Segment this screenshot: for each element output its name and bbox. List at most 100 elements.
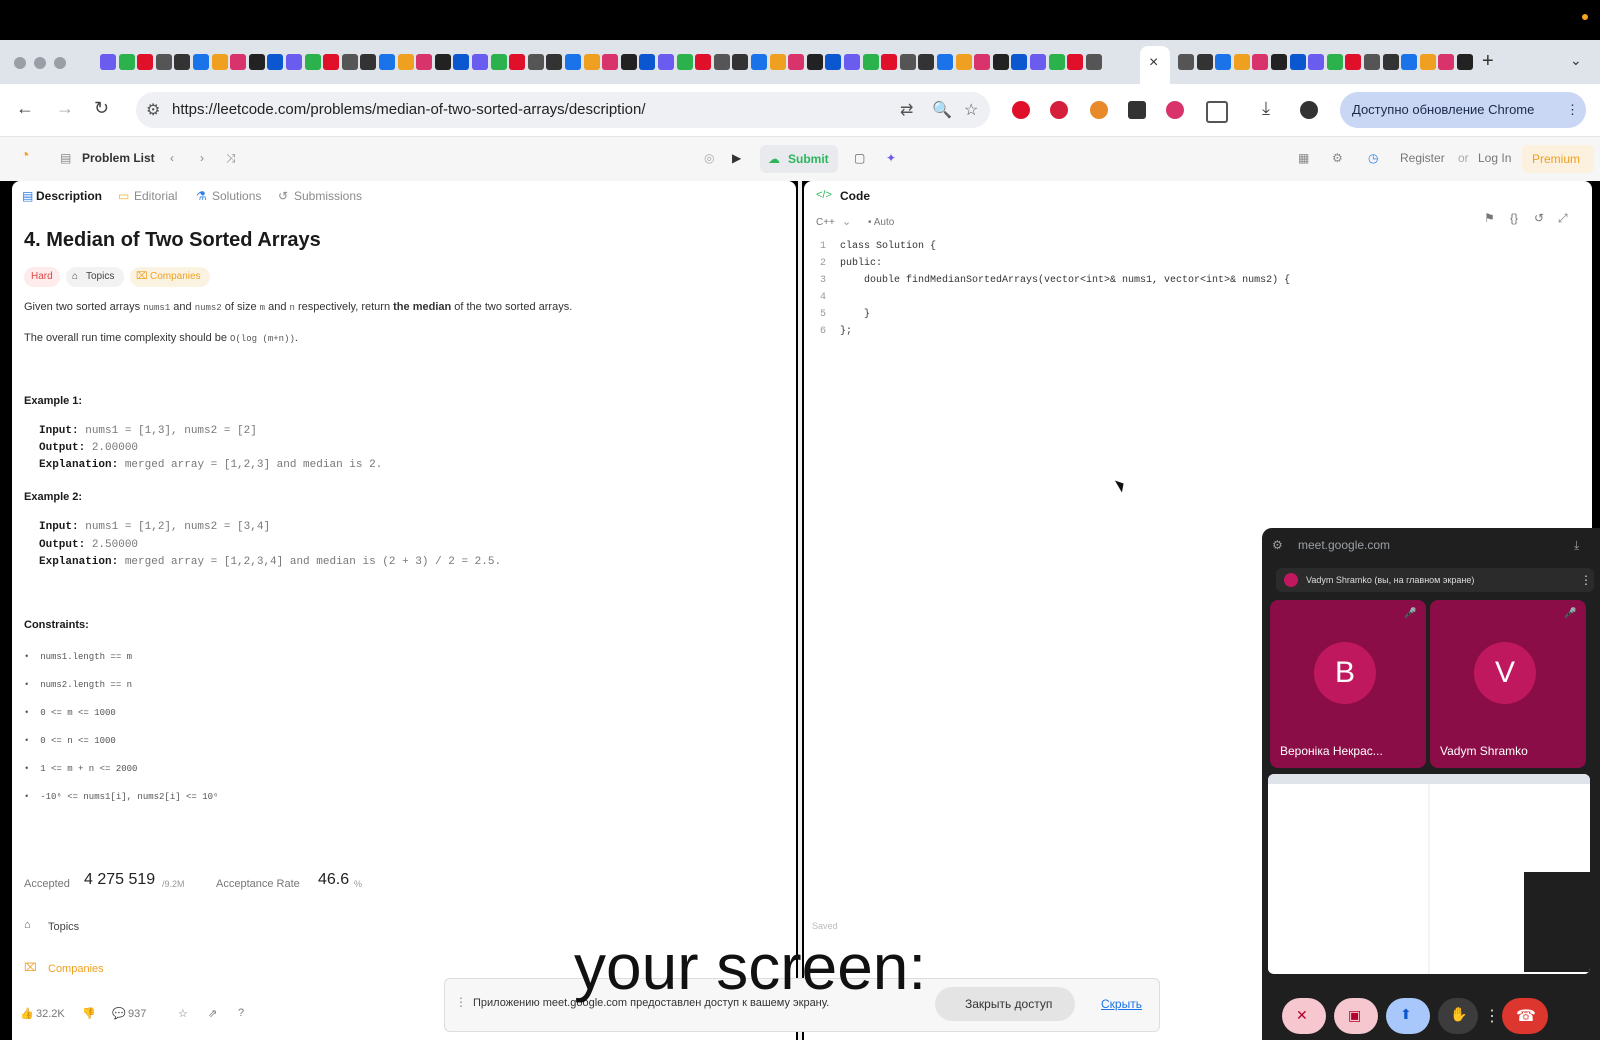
tab-favicon-icon[interactable] [1457, 54, 1473, 70]
ai-assist-icon[interactable]: ✦ [886, 151, 896, 165]
submit-button[interactable]: ☁ Submit [760, 145, 838, 173]
participant-tile[interactable]: B Вероніка Некрас... 🎤 [1270, 600, 1426, 768]
debug-icon[interactable]: ◎ [704, 151, 714, 165]
notes-icon[interactable]: ▢ [854, 151, 865, 165]
tab-favicon-icon[interactable] [844, 54, 860, 70]
code-editor[interactable]: 1 class Solution {2 public: 3 double findMe… [812, 241, 1572, 361]
tab-favicon-icon[interactable] [490, 54, 507, 70]
chrome-update-button[interactable]: Доступно обновление Chrome ⋮ [1340, 92, 1586, 128]
tab-favicon-icon[interactable] [118, 54, 135, 70]
fullscreen-icon[interactable]: ⤢ [1558, 211, 1568, 226]
leetcode-logo-icon[interactable]: ◔ [20, 147, 30, 165]
meet-pip-window[interactable]: ⚙ meet.google.com ⤓ Vadym Shramko (вы, на … [1262, 528, 1600, 1040]
stop-sharing-button[interactable]: Закрыть доступ [935, 987, 1075, 1021]
tab-favicon-icon[interactable] [1419, 54, 1436, 70]
site-info-icon[interactable]: ⚙ [146, 100, 160, 120]
topics-row[interactable]: Topics [48, 921, 79, 933]
download-icon[interactable]: ⤓ [1574, 538, 1579, 553]
tab-favicon-icon[interactable] [676, 54, 693, 70]
zoom-icon[interactable]: 🔍 [932, 100, 952, 120]
active-tab[interactable]: × [1140, 46, 1170, 84]
tab-favicon-icon[interactable] [1252, 54, 1269, 70]
tab-favicon-icon[interactable] [881, 54, 898, 70]
tab-favicon-icon[interactable] [899, 54, 916, 70]
tab-favicon-icon[interactable] [1067, 54, 1084, 70]
tab-favicon-icon[interactable] [1271, 54, 1287, 70]
forward-icon[interactable]: → [56, 98, 74, 119]
tab-favicon-icon[interactable] [695, 54, 712, 70]
tab-favicon-icon[interactable] [379, 54, 395, 70]
drag-handle-icon[interactable]: ⋮ [455, 995, 467, 1009]
timer-icon[interactable]: ◷ [1368, 151, 1378, 165]
tab-favicon-icon[interactable] [1011, 54, 1028, 70]
tab-favicon-icon[interactable] [416, 54, 433, 70]
new-tab-button[interactable]: + [1482, 50, 1494, 73]
topics-pill[interactable]: ⌂ Topics [66, 267, 124, 287]
next-problem-icon[interactable]: › [200, 151, 204, 165]
favorite-star-icon[interactable]: ☆ [178, 1007, 188, 1020]
login-link[interactable]: Log In [1478, 151, 1511, 165]
bookmark-icon[interactable]: ⚑ [1484, 211, 1495, 225]
tab-favicon-icon[interactable] [174, 54, 191, 70]
layout-icon[interactable]: ▦ [1298, 151, 1309, 165]
comment-icon[interactable]: 💬 [112, 1007, 126, 1020]
tab-favicon-icon[interactable] [806, 54, 823, 70]
tab-editorial[interactable]: Editorial [134, 189, 177, 203]
tab-favicon-icon[interactable] [193, 54, 209, 70]
tab-favicon-icon[interactable] [620, 54, 637, 70]
tab-favicon-icon[interactable] [1196, 54, 1213, 70]
tab-favicon-icon[interactable] [937, 54, 953, 70]
url-bar[interactable]: ⚙ https://leetcode.com/problems/median-o… [136, 92, 990, 128]
raise-hand-button[interactable]: ✋ [1438, 998, 1478, 1034]
tab-favicon-icon[interactable] [751, 54, 767, 70]
download-icon[interactable]: ⤓ [1262, 98, 1270, 119]
back-icon[interactable]: ← [16, 98, 34, 119]
tab-favicon-icon[interactable] [527, 54, 544, 70]
language-select[interactable]: C++ [816, 217, 835, 228]
translate-icon[interactable]: ⇄ [900, 100, 913, 120]
tab-favicon-icon[interactable] [397, 54, 414, 70]
reset-icon[interactable]: ↺ [1534, 211, 1544, 225]
tab-favicon-icon[interactable] [713, 54, 730, 70]
extension-icon[interactable] [1090, 101, 1108, 119]
tab-favicon-icon[interactable] [1438, 54, 1455, 70]
more-icon[interactable]: ⋮ [1580, 573, 1592, 587]
camera-off-button[interactable]: ▣ [1334, 998, 1378, 1034]
tab-favicon-icon[interactable] [472, 54, 488, 70]
tab-favicon-icon[interactable] [453, 54, 470, 70]
tab-favicon-icon[interactable] [323, 54, 340, 70]
zoom-window-button[interactable] [54, 57, 66, 69]
help-icon[interactable]: ? [238, 1007, 244, 1019]
tab-favicon-icon[interactable] [1215, 54, 1232, 70]
tab-favicon-icon[interactable] [1048, 54, 1065, 70]
tab-favicon-icon[interactable] [509, 54, 526, 70]
profile-avatar[interactable] [1300, 101, 1318, 119]
tab-favicon-icon[interactable] [434, 54, 451, 70]
tab-favicon-icon[interactable] [1382, 54, 1399, 70]
tab-favicon-icon[interactable] [1401, 54, 1418, 70]
dislike-icon[interactable]: 👎 [82, 1007, 96, 1020]
tab-favicon-icon[interactable] [360, 54, 377, 70]
tab-favicon-icon[interactable] [583, 54, 600, 70]
shared-screen-preview[interactable] [1268, 774, 1590, 974]
register-link[interactable]: Register [1400, 151, 1445, 165]
tab-solutions[interactable]: Solutions [212, 189, 261, 203]
minimize-window-button[interactable] [34, 57, 46, 69]
settings-gear-icon[interactable]: ⚙ [1332, 151, 1343, 165]
tab-favicon-icon[interactable] [211, 54, 228, 70]
tab-favicon-icon[interactable] [1030, 54, 1046, 70]
tab-favicon-icon[interactable] [825, 54, 842, 70]
tab-favicon-icon[interactable] [137, 54, 154, 70]
adblock-extension-icon[interactable] [1050, 101, 1068, 119]
premium-button[interactable]: Premium [1522, 145, 1594, 173]
tab-search-icon[interactable]: ⌄ [1570, 52, 1582, 69]
tab-favicon-icon[interactable] [565, 54, 581, 70]
tab-description[interactable]: Description [36, 189, 102, 203]
pen-extension-icon[interactable] [1128, 101, 1146, 119]
tab-favicon-icon[interactable] [155, 54, 172, 70]
tab-close-icon[interactable]: × [1149, 54, 1158, 72]
more-options-icon[interactable]: ⋮ [1484, 1006, 1500, 1026]
extensions-puzzle-icon[interactable] [1206, 101, 1228, 123]
share-icon[interactable]: ⇗ [208, 1007, 217, 1020]
tab-favicon-icon[interactable] [230, 54, 247, 70]
